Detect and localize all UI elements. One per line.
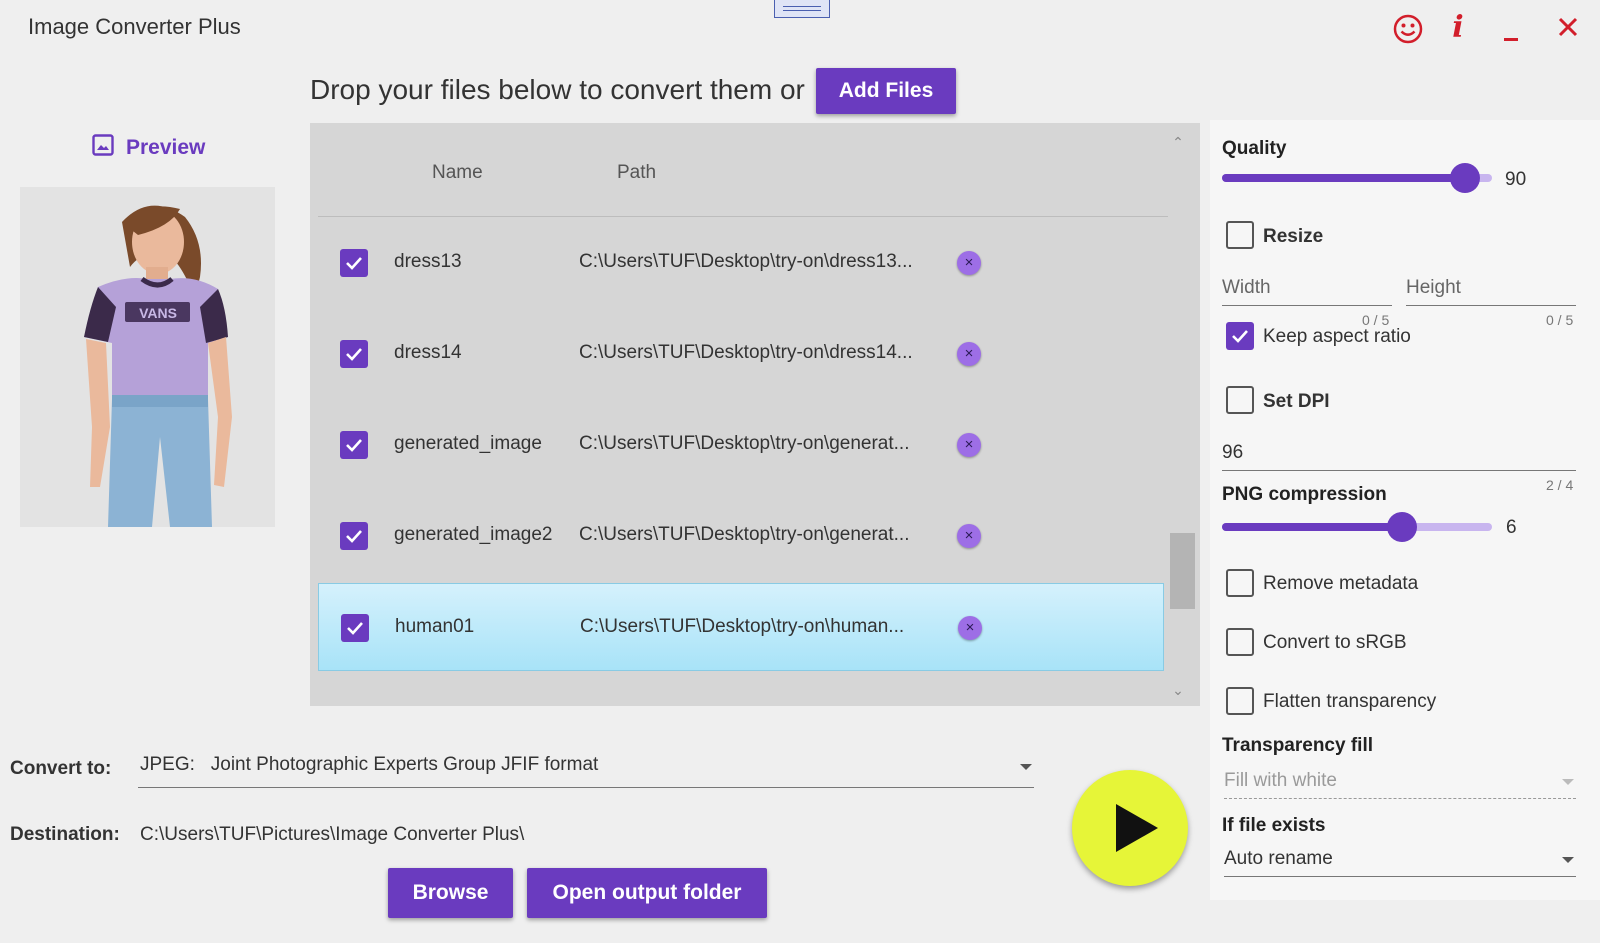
list-item[interactable]: generated_image C:\Users\TUF\Desktop\try…: [318, 401, 1164, 489]
column-header-name[interactable]: Name: [432, 162, 483, 184]
file-name: human01: [395, 616, 475, 637]
format-description: Joint Photographic Experts Group JFIF fo…: [210, 754, 599, 775]
window-drag-handle[interactable]: [774, 0, 830, 18]
row-checkbox[interactable]: [340, 522, 368, 550]
png-compression-slider-thumb[interactable]: [1387, 512, 1417, 542]
info-icon[interactable]: i: [1440, 10, 1476, 46]
width-input[interactable]: Width: [1222, 277, 1392, 306]
keep-aspect-checkbox[interactable]: [1226, 322, 1254, 350]
convert-to-label: Convert to:: [10, 758, 112, 779]
remove-file-icon[interactable]: ×: [957, 433, 981, 457]
resize-checkbox[interactable]: [1226, 221, 1254, 249]
quality-slider-thumb[interactable]: [1450, 163, 1480, 193]
close-icon[interactable]: [1550, 10, 1586, 46]
list-item[interactable]: dress14 C:\Users\TUF\Desktop\try-on\dres…: [318, 310, 1164, 398]
play-icon: [1116, 804, 1158, 852]
scroll-down-icon[interactable]: ⌄: [1168, 682, 1188, 698]
preview-label: Preview: [126, 136, 206, 159]
row-checkbox[interactable]: [341, 614, 369, 642]
file-name: generated_image: [394, 433, 542, 454]
dpi-input[interactable]: 96: [1222, 442, 1576, 471]
list-header-divider: [318, 216, 1168, 217]
row-checkbox[interactable]: [340, 249, 368, 277]
destination-path: C:\Users\TUF\Pictures\Image Converter Pl…: [140, 824, 525, 845]
if-file-exists-value: Auto rename: [1224, 848, 1333, 869]
transparency-fill-value: Fill with white: [1224, 770, 1337, 791]
column-header-path[interactable]: Path: [617, 162, 656, 184]
set-dpi-checkbox[interactable]: [1226, 386, 1254, 414]
destination-label: Destination:: [10, 824, 120, 845]
file-name: dress13: [394, 251, 462, 272]
if-file-exists-label: If file exists: [1222, 815, 1326, 836]
file-name: generated_image2: [394, 524, 553, 545]
chevron-down-icon: [1562, 779, 1574, 785]
chevron-down-icon: [1020, 764, 1032, 770]
smiley-icon[interactable]: [1390, 10, 1426, 46]
list-scrollbar-thumb[interactable]: [1170, 533, 1195, 609]
transparency-fill-label: Transparency fill: [1222, 735, 1374, 756]
file-name: dress14: [394, 342, 462, 363]
file-path: C:\Users\TUF\Desktop\try-on\human...: [580, 616, 905, 637]
quality-value: 90: [1505, 169, 1527, 190]
chevron-down-icon: [1562, 857, 1574, 863]
format-code: JPEG:: [140, 754, 195, 775]
resize-label: Resize: [1263, 226, 1324, 247]
file-path: C:\Users\TUF\Desktop\try-on\generat...: [579, 433, 910, 454]
png-compression-label: PNG compression: [1222, 484, 1387, 505]
svg-text:VANS: VANS: [139, 305, 177, 321]
transparency-fill-select: Fill with white: [1224, 770, 1576, 799]
preview-image: VANS: [20, 187, 275, 527]
remove-file-icon[interactable]: ×: [957, 342, 981, 366]
quality-slider-fill: [1222, 174, 1465, 182]
height-input[interactable]: Height: [1406, 277, 1576, 306]
remove-file-icon[interactable]: ×: [957, 524, 981, 548]
convert-start-button[interactable]: [1072, 770, 1188, 886]
open-output-folder-button[interactable]: Open output folder: [527, 868, 767, 918]
list-item[interactable]: dress13 C:\Users\TUF\Desktop\try-on\dres…: [318, 219, 1164, 307]
height-counter: 0 / 5: [1546, 312, 1574, 328]
flatten-transparency-label: Flatten transparency: [1263, 691, 1437, 712]
set-dpi-label: Set DPI: [1263, 391, 1330, 412]
file-path: C:\Users\TUF\Desktop\try-on\dress13...: [579, 251, 913, 272]
remove-metadata-checkbox[interactable]: [1226, 569, 1254, 597]
row-checkbox[interactable]: [340, 431, 368, 459]
flatten-transparency-checkbox[interactable]: [1226, 687, 1254, 715]
preview-toggle[interactable]: Preview: [92, 134, 205, 162]
dpi-counter: 2 / 4: [1546, 477, 1574, 493]
remove-file-icon[interactable]: ×: [957, 251, 981, 275]
app-title: Image Converter Plus: [28, 14, 241, 39]
file-path: C:\Users\TUF\Desktop\try-on\generat...: [579, 524, 910, 545]
file-path: C:\Users\TUF\Desktop\try-on\dress14...: [579, 342, 913, 363]
remove-file-icon[interactable]: ×: [958, 616, 982, 640]
convert-srgb-checkbox[interactable]: [1226, 628, 1254, 656]
drop-instructions: Drop your files below to convert them or: [310, 74, 805, 105]
minimize-icon[interactable]: [1494, 10, 1530, 46]
remove-metadata-label: Remove metadata: [1263, 573, 1419, 594]
list-item-selected[interactable]: human01 C:\Users\TUF\Desktop\try-on\huma…: [318, 583, 1164, 671]
scroll-up-icon[interactable]: ⌃: [1168, 134, 1188, 150]
keep-aspect-label: Keep aspect ratio: [1263, 326, 1411, 347]
png-compression-value: 6: [1506, 517, 1517, 538]
row-checkbox[interactable]: [340, 340, 368, 368]
quality-label: Quality: [1222, 138, 1287, 159]
browse-button[interactable]: Browse: [388, 868, 513, 918]
add-files-button[interactable]: Add Files: [816, 68, 956, 114]
png-compression-slider-fill: [1222, 523, 1402, 531]
if-file-exists-select[interactable]: Auto rename: [1224, 848, 1576, 877]
image-icon: [92, 134, 114, 162]
list-item[interactable]: generated_image2 C:\Users\TUF\Desktop\tr…: [318, 492, 1164, 580]
format-select[interactable]: JPEG: Joint Photographic Experts Group J…: [138, 754, 1034, 788]
convert-srgb-label: Convert to sRGB: [1263, 632, 1407, 653]
